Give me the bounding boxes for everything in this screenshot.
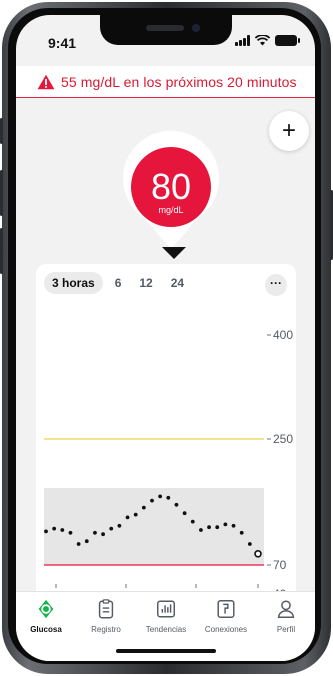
glucose-point (93, 530, 97, 535)
device-canvas: 9:41 55 mg/dL en los próximos 20 minutos (0, 0, 333, 676)
tab-conexiones[interactable]: Conexiones (196, 598, 256, 634)
glucose-point (231, 523, 236, 528)
trend-arrow-down-icon (162, 247, 186, 259)
y-tick-label-400: 400 (273, 328, 293, 342)
tab-label-registro: Registro (91, 625, 121, 634)
glucose-point (239, 530, 244, 535)
glucose-point (68, 530, 73, 535)
glucose-reading[interactable]: 80 mg/dL (121, 127, 221, 252)
glucose-unit: mg/dL (158, 205, 184, 215)
warning-icon (37, 74, 55, 89)
glucose-point (182, 511, 187, 516)
glucose-point (101, 532, 105, 537)
glucose-point (141, 505, 146, 510)
glucose-point (84, 539, 89, 544)
profile-icon (277, 600, 295, 618)
y-tick-label-70: 70 (273, 558, 287, 572)
glucose-value: 80 (150, 166, 192, 207)
glucose-point (109, 526, 114, 531)
tab-label-tendencias: Tendencias (145, 625, 187, 634)
urgent-low-soon-banner[interactable]: 55 mg/dL en los próximos 20 minutos (16, 66, 315, 98)
tab-tendencias[interactable]: Tendencias (136, 598, 196, 634)
glucose-point (166, 495, 171, 500)
glucose-point (215, 525, 220, 530)
front-camera (192, 24, 200, 32)
tab-perfil[interactable]: Perfil (256, 598, 315, 634)
glucose-point (125, 515, 130, 520)
tab-glucosa[interactable]: Glucosa (16, 598, 76, 634)
time-range-tabs: 3 horas 6 12 24 (44, 272, 190, 294)
tab-label-conexiones: Conexiones (204, 625, 248, 634)
glucose-point (247, 542, 252, 546)
earpiece-speaker (146, 25, 184, 31)
notch (100, 15, 232, 45)
glucose-point (174, 502, 179, 507)
tab-12-hours[interactable]: 12 (133, 272, 158, 294)
more-options-button[interactable]: ··· (265, 274, 287, 296)
status-icons (235, 35, 300, 46)
glucose-point (190, 519, 195, 524)
glucose-point (133, 512, 138, 517)
mute-switch (0, 118, 3, 144)
home-indicator (116, 649, 216, 653)
glucose-chart: 40025070401PM2PM3PMAl (44, 328, 293, 594)
add-event-button[interactable]: + (269, 111, 309, 151)
tab-registro[interactable]: Registro (76, 598, 136, 634)
glucose-point (223, 522, 228, 527)
glucose-point (52, 526, 57, 531)
glucose-point (199, 528, 203, 532)
log-icon (98, 599, 114, 619)
tab-3-hours[interactable]: 3 horas (44, 272, 103, 294)
alert-message: 55 mg/dL en los próximos 20 minutos (61, 73, 297, 90)
glucose-icon (38, 599, 54, 619)
glucose-point (76, 542, 81, 546)
glucose-point (44, 529, 48, 534)
signal-icon (235, 35, 250, 46)
tab-24-hours[interactable]: 24 (165, 272, 190, 294)
current-reading-point (254, 549, 262, 558)
tab-label-glucosa: Glucosa (30, 625, 62, 634)
wifi-icon (255, 35, 270, 46)
status-time: 9:41 (48, 35, 77, 51)
tab-6-hours[interactable]: 6 (109, 272, 128, 294)
y-tick-label-250: 250 (273, 432, 293, 446)
app-screen: 9:41 55 mg/dL en los próximos 20 minutos (16, 15, 315, 661)
glucose-point (158, 494, 163, 499)
glucose-point (150, 498, 154, 503)
glucose-point (60, 528, 65, 532)
connections-icon (217, 600, 235, 618)
glucose-point (117, 523, 122, 528)
trends-icon (157, 600, 175, 618)
volume-down-button (0, 228, 3, 274)
battery-icon (275, 35, 300, 46)
target-range-band (44, 488, 264, 565)
volume-up-button (0, 170, 3, 216)
glucose-point (207, 525, 211, 530)
tab-label-perfil: Perfil (276, 625, 296, 634)
